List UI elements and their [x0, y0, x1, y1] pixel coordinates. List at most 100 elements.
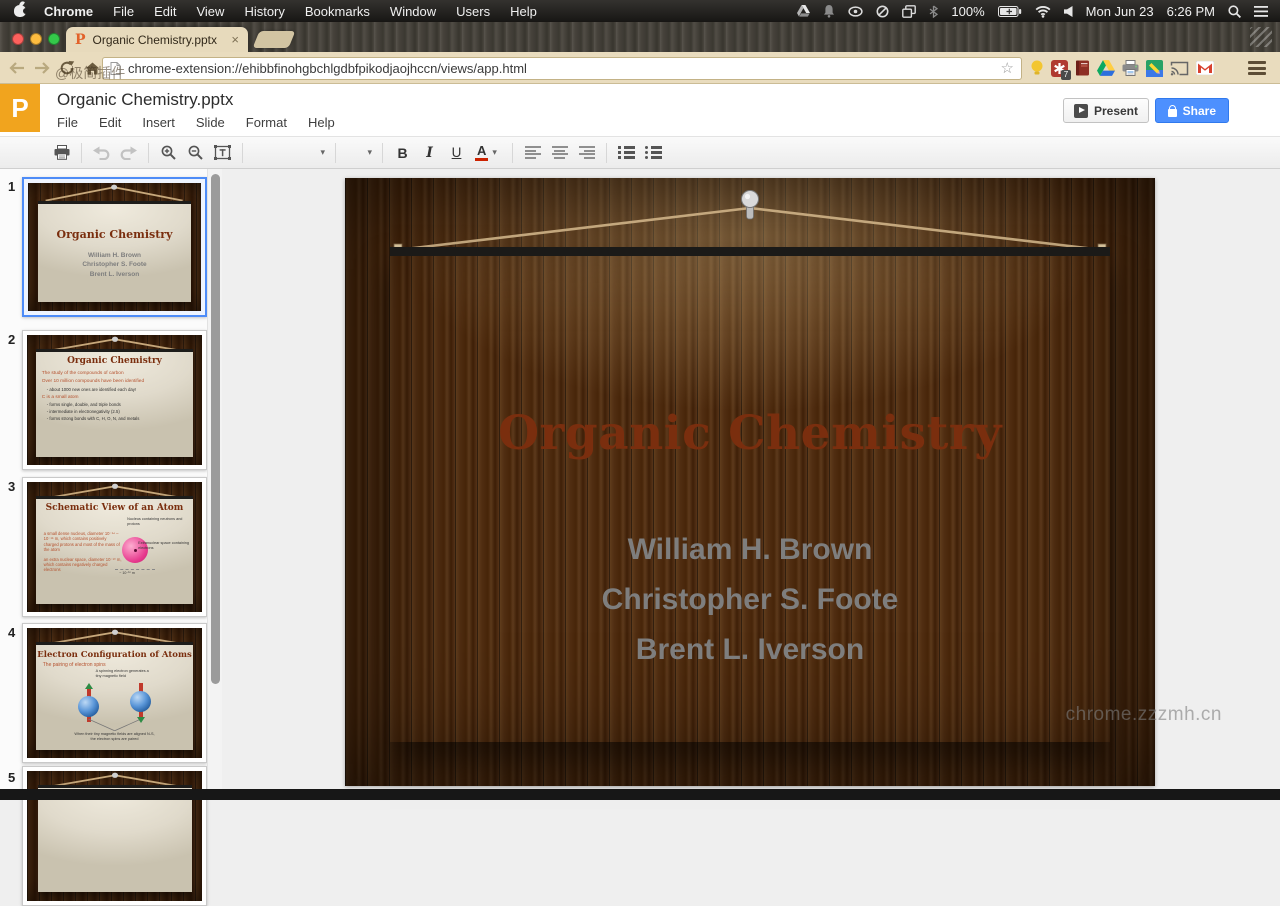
tab-favicon: P	[75, 32, 86, 48]
spotlight-search-icon[interactable]	[1228, 5, 1241, 18]
slide-title-textbox[interactable]: Organic Chemistry	[390, 406, 1110, 461]
text-color-button[interactable]: A▾	[470, 141, 506, 165]
volume-status-icon[interactable]	[1064, 6, 1073, 17]
menu-help[interactable]: Help	[308, 115, 335, 130]
drive-extension-icon[interactable]	[1097, 60, 1115, 76]
menubar-item-users[interactable]: Users	[446, 4, 500, 19]
slide-thumbnail-5[interactable]	[22, 766, 207, 906]
print-button[interactable]	[48, 141, 75, 165]
gmail-extension-icon[interactable]	[1196, 61, 1214, 75]
dictionary-extension-icon[interactable]	[1075, 60, 1090, 76]
slide-thumbnail-4[interactable]: Electron Configuration of Atoms The pair…	[22, 623, 207, 763]
menu-edit[interactable]: Edit	[99, 115, 121, 130]
menubar-item-file[interactable]: File	[103, 4, 144, 19]
windows-status-icon[interactable]	[902, 5, 916, 18]
menubar-date[interactable]: Mon Jun 23	[1086, 4, 1154, 19]
align-left-icon	[525, 146, 541, 159]
menubar-app-name[interactable]: Chrome	[34, 4, 103, 19]
menu-file[interactable]: File	[57, 115, 78, 130]
chevron-down-icon: ▾	[316, 147, 329, 158]
text-box-button[interactable]	[209, 141, 236, 165]
align-right-icon	[579, 146, 595, 159]
notification-center-icon[interactable]	[1254, 6, 1268, 17]
menubar-item-view[interactable]: View	[186, 4, 234, 19]
window-minimize-button[interactable]	[30, 33, 42, 45]
menu-insert[interactable]: Insert	[142, 115, 175, 130]
undo-button[interactable]	[88, 141, 115, 165]
bluetooth-status-icon[interactable]	[929, 5, 938, 18]
menu-slide[interactable]: Slide	[196, 115, 225, 130]
bottom-screen-edge	[0, 789, 1280, 800]
app-header: P Organic Chemistry.pptx File Edit Inser…	[0, 84, 1280, 136]
do-not-disturb-status-icon[interactable]	[876, 5, 889, 18]
wifi-status-icon[interactable]	[1035, 5, 1051, 18]
forward-button[interactable]	[31, 58, 53, 78]
url-text[interactable]: chrome-extension://ehibbfinohgbchlgdbfpi…	[128, 61, 527, 76]
thumbnail-scrollbar[interactable]	[207, 169, 222, 800]
bold-button[interactable]: B	[389, 141, 416, 165]
numbered-list-icon	[618, 146, 635, 159]
font-family-dropdown[interactable]: ▾	[249, 142, 329, 164]
tab-title: Organic Chemistry.pptx	[93, 33, 217, 47]
menubar-item-edit[interactable]: Edit	[144, 4, 186, 19]
present-button[interactable]: Present	[1063, 98, 1149, 123]
window-close-button[interactable]	[12, 33, 24, 45]
browser-tab[interactable]: P Organic Chemistry.pptx ×	[66, 27, 248, 52]
thumb4-title: Electron Configuration of Atoms	[36, 650, 194, 660]
current-slide[interactable]: Organic Chemistry William H. Brown Chris…	[345, 178, 1155, 786]
new-tab-button[interactable]	[253, 31, 296, 48]
eye-status-icon[interactable]	[848, 6, 863, 17]
author-line: Brent L. Iverson	[390, 625, 1110, 675]
chevron-down-icon: ▾	[488, 147, 501, 158]
zoom-out-button[interactable]	[182, 141, 209, 165]
share-button[interactable]: Share	[1155, 98, 1229, 123]
zoom-in-button[interactable]	[155, 141, 182, 165]
thumbnail-1-slide: Organic Chemistry William H. Brown Chris…	[28, 183, 201, 311]
slide-thumbnail-2[interactable]: Organic Chemistry The study of the compo…	[22, 330, 207, 470]
redo-button[interactable]	[115, 141, 142, 165]
thumb2-title: Organic Chemistry	[36, 356, 194, 366]
numbered-list-button[interactable]	[613, 141, 640, 165]
slide-thumbnail-3[interactable]: Schematic View of an Atom a small dense …	[22, 477, 207, 617]
align-center-button[interactable]	[546, 141, 573, 165]
menubar-item-help[interactable]: Help	[500, 4, 547, 19]
tab-close-icon[interactable]: ×	[231, 33, 239, 46]
menubar-item-history[interactable]: History	[234, 4, 294, 19]
window-zoom-button[interactable]	[48, 33, 60, 45]
printer-extension-icon[interactable]	[1122, 60, 1139, 76]
slide-canvas[interactable]: Organic Chemistry William H. Brown Chris…	[390, 247, 1110, 742]
thumb2-bullets: The study of the compounds of carbon Ove…	[36, 366, 194, 423]
docs-edit-extension-icon[interactable]	[1146, 60, 1163, 77]
font-size-dropdown[interactable]: ▾	[342, 142, 376, 164]
cast-extension-icon[interactable]	[1170, 61, 1189, 76]
italic-button[interactable]: I	[416, 141, 443, 165]
slide-number-5: 5	[8, 770, 15, 785]
thumb1-title: Organic Chemistry	[38, 228, 190, 241]
scrollbar-thumb[interactable]	[211, 174, 220, 684]
menubar-item-window[interactable]: Window	[380, 4, 446, 19]
align-left-button[interactable]	[519, 141, 546, 165]
align-right-button[interactable]	[573, 141, 600, 165]
menubar-item-bookmarks[interactable]: Bookmarks	[295, 4, 380, 19]
back-button[interactable]	[6, 58, 28, 78]
notifications-status-icon[interactable]	[823, 4, 835, 18]
bookmark-star-icon[interactable]: ☆	[1001, 61, 1014, 76]
window-resize-grip[interactable]	[1250, 27, 1272, 47]
slide-authors-textbox[interactable]: William H. Brown Christopher S. Foote Br…	[390, 525, 1110, 675]
drive-status-icon[interactable]	[797, 5, 810, 17]
address-bar[interactable]: chrome-extension://ehibbfinohgbchlgdbfpi…	[102, 57, 1022, 80]
onepassword-extension-icon[interactable]: 7	[1051, 60, 1068, 77]
bulleted-list-icon	[645, 146, 662, 159]
chrome-menu-button[interactable]	[1248, 61, 1266, 75]
apple-menu-icon[interactable]	[14, 5, 26, 17]
slide-thumbnail-1[interactable]: Organic Chemistry William H. Brown Chris…	[22, 177, 207, 317]
menu-format[interactable]: Format	[246, 115, 287, 130]
editor-toolbar: ▾ ▾ B I U A▾	[0, 136, 1280, 169]
lamp-extension-icon[interactable]	[1030, 60, 1044, 77]
bulleted-list-button[interactable]	[640, 141, 667, 165]
document-title[interactable]: Organic Chemistry.pptx	[57, 90, 233, 110]
menubar-time[interactable]: 6:26 PM	[1167, 4, 1215, 19]
app-logo[interactable]: P	[0, 84, 40, 132]
battery-icon[interactable]	[998, 6, 1022, 17]
underline-button[interactable]: U	[443, 141, 470, 165]
